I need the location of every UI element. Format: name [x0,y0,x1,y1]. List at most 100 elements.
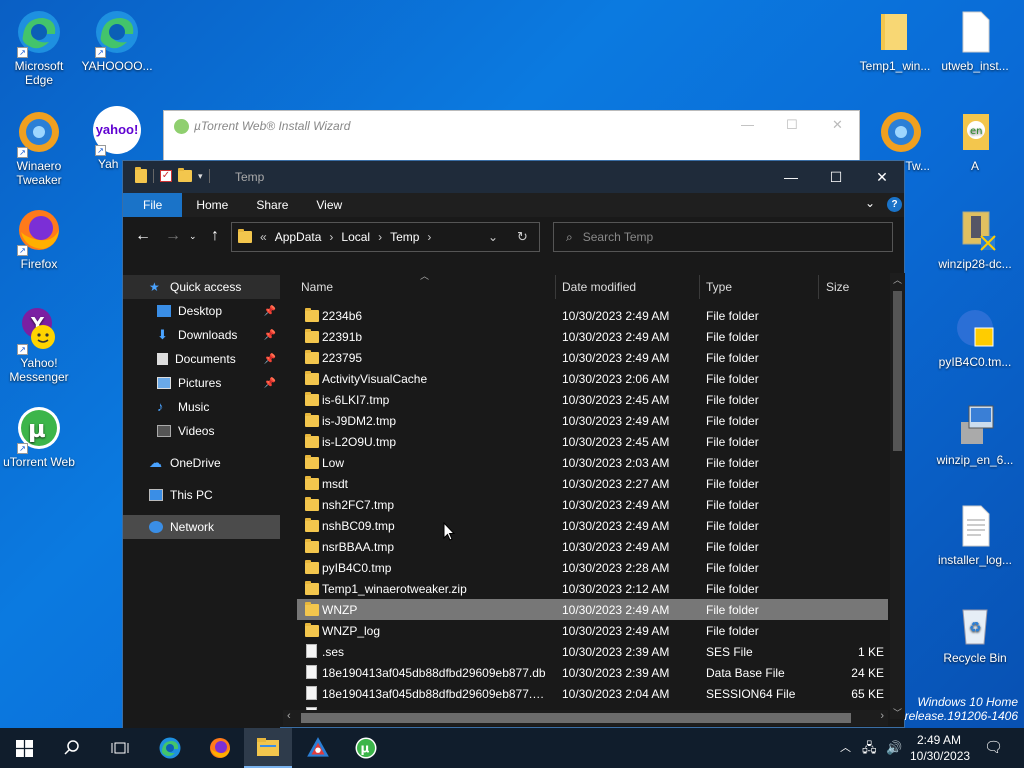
nav-pictures[interactable]: Pictures 📌 [123,371,280,395]
taskbar-firefox[interactable] [196,728,244,768]
column-header-type[interactable]: Type [706,273,732,301]
scroll-right-icon[interactable]: › [880,710,884,722]
breadcrumb-appdata[interactable]: AppData [275,230,322,244]
file-row[interactable]: msdt 10/30/2023 2:27 AM File folder [297,473,888,494]
file-row[interactable]: WNZP 10/30/2023 2:49 AM File folder [297,599,888,620]
file-row[interactable]: is-J9DM2.tmp 10/30/2023 2:49 AM File folde… [297,410,888,431]
close-button[interactable]: ✕ [859,161,905,193]
desktop-icon-recycle-bin[interactable]: ♻ Recycle Bin [936,600,1014,665]
help-icon[interactable]: ? [887,197,902,212]
column-header-name[interactable]: Name [301,273,333,301]
breadcrumb-prefix[interactable]: « [260,230,267,244]
maximize-button[interactable]: ☐ [813,161,859,193]
file-row[interactable]: 2234b6 10/30/2023 2:49 AM File folder [297,305,888,326]
column-divider[interactable] [555,275,556,299]
nav-downloads[interactable]: ⬇ Downloads 📌 [123,323,280,347]
nav-desktop[interactable]: Desktop 📌 [123,299,280,323]
title-bar[interactable]: ✓ ▾ Temp — ☐ ✕ [123,161,904,193]
file-row[interactable]: nsrBBAA.tmp 10/30/2023 2:49 AM File folder [297,536,888,557]
file-row[interactable]: .ses 10/30/2023 2:39 AM SES File 1 KE [297,641,888,662]
nav-this-pc[interactable]: This PC [123,483,280,507]
file-row[interactable]: pyIB4C0.tmp 10/30/2023 2:28 AM File folder [297,557,888,578]
properties-icon[interactable]: ✓ [160,170,172,182]
column-header-date[interactable]: Date modified [562,273,636,301]
file-row[interactable]: is-L2O9U.tmp 10/30/2023 2:45 AM File folde… [297,431,888,452]
column-divider[interactable] [818,275,819,299]
search-input[interactable]: Search Temp [583,230,653,244]
nav-music[interactable]: ♪ Music [123,395,280,419]
taskbar-utorrent[interactable]: µ [342,728,390,768]
file-row[interactable]: is-6LKI7.tmp 10/30/2023 2:45 AM File folde… [297,389,888,410]
column-header-size[interactable]: Size [826,273,849,301]
tab-home[interactable]: Home [182,193,242,217]
nav-documents[interactable]: Documents 📌 [123,347,280,371]
close-icon[interactable]: ✕ [832,117,843,133]
expand-ribbon-icon[interactable]: ⌄ [865,196,875,210]
desktop-icon-winaero[interactable]: ↗ Winaero Tweaker [0,108,78,187]
address-dropdown-icon[interactable]: ⌄ [488,230,498,244]
customize-toolbar-icon[interactable]: ▾ [198,171,203,182]
nav-network[interactable]: Network [123,515,280,539]
file-row[interactable]: 18e190413af045db88dfbd29609eb877.db.... 1… [297,683,888,704]
desktop-icon-temp1[interactable]: Temp1_win... [856,8,934,73]
maximize-icon[interactable]: ☐ [786,117,798,133]
scroll-up-icon[interactable]: ︿ [893,273,902,286]
desktop-icon-edge[interactable]: ↗ Microsoft Edge [0,8,78,87]
taskbar-file-explorer[interactable] [244,728,292,768]
notification-icon[interactable]: 🗨 [984,728,1003,768]
network-status-icon[interactable]: 🖧 [862,728,877,768]
recent-locations-icon[interactable]: ⌄ [189,231,197,242]
refresh-icon[interactable]: ↻ [517,229,528,245]
start-button[interactable] [0,728,48,768]
vertical-scrollbar[interactable]: ︿ ﹀ [890,273,905,719]
desktop-icon-a[interactable]: en A [936,108,1014,173]
forward-button[interactable]: → [165,227,181,245]
desktop-icon-pyib4c0[interactable]: pyIB4C0.tm... [936,304,1014,369]
file-row[interactable]: WNZP_log 10/30/2023 2:49 AM File folder [297,620,888,641]
volume-icon[interactable]: 🔊 [886,728,902,768]
desktop-icon-utweb-inst[interactable]: utweb_inst... [936,8,1014,73]
file-row[interactable]: nshBC09.tmp 10/30/2023 2:49 AM File folder [297,515,888,536]
horizontal-scrollbar[interactable]: ‹ › [283,710,888,726]
desktop-icon-utorrent[interactable]: µ ↗ uTorrent Web [0,404,78,469]
tab-file[interactable]: File [123,193,183,217]
file-row[interactable]: nsh2FC7.tmp 10/30/2023 2:49 AM File folder [297,494,888,515]
scroll-left-icon[interactable]: ‹ [287,710,291,722]
nav-onedrive[interactable]: ☁ OneDrive [123,451,280,475]
desktop-icon-yahoooo[interactable]: ↗ YAHOOOO... [78,8,156,73]
desktop-icon-winzip28[interactable]: winzip28-dc... [936,206,1014,271]
up-button[interactable]: ↑ [211,227,219,245]
tab-share[interactable]: Share [242,193,302,217]
scrollbar-thumb[interactable] [893,291,902,451]
file-row[interactable]: Low 10/30/2023 2:03 AM File folder [297,452,888,473]
search-box[interactable]: ⌕ Search Temp [553,222,893,252]
address-bar[interactable]: « AppData › Local › Temp › ⌄ ↻ [231,222,540,252]
column-divider[interactable] [699,275,700,299]
back-button[interactable]: ← [135,227,151,245]
search-button[interactable] [48,728,96,768]
desktop-icon-installer-log[interactable]: installer_log... [936,502,1014,567]
file-explorer-window[interactable]: ✓ ▾ Temp — ☐ ✕ File Home Share View ⌄ ? … [122,160,905,729]
file-list[interactable]: ︿ Name Date modified Type Size 2234b6 10/… [283,273,888,719]
breadcrumb-local[interactable]: Local [341,230,370,244]
desktop-icon-yahoo-messenger[interactable]: Y ↗ Yahoo! Messenger [0,305,78,384]
tab-view[interactable]: View [302,193,356,217]
scrollbar-thumb[interactable] [301,713,851,723]
minimize-button[interactable]: — [768,161,814,193]
minimize-icon[interactable]: — [741,117,754,132]
nav-quick-access[interactable]: ★ Quick access [123,275,280,299]
show-hidden-icons-icon[interactable]: ︿ [840,728,851,768]
file-row[interactable]: 18e190413af045db88dfbd29609eb877.db 10/30… [297,662,888,683]
desktop-icon-winzip-en[interactable]: winzip_en_6... [936,402,1014,467]
scroll-down-icon[interactable]: ﹀ [893,706,902,719]
new-folder-icon[interactable] [178,168,192,182]
file-row[interactable]: 223795 10/30/2023 2:49 AM File folder [297,347,888,368]
file-row[interactable]: ActivityVisualCache 10/30/2023 2:06 AM Fil… [297,368,888,389]
desktop-icon-firefox[interactable]: ↗ Firefox [0,206,78,271]
file-row[interactable]: 22391b 10/30/2023 2:49 AM File folder [297,326,888,347]
clock[interactable]: 2:49 AM 10/30/2023 [910,728,970,768]
task-view-button[interactable] [96,728,144,768]
file-row[interactable]: Temp1_winaerotweaker.zip 10/30/2023 2:12 … [297,578,888,599]
taskbar-winaero[interactable] [294,728,342,768]
taskbar-edge[interactable] [146,728,194,768]
